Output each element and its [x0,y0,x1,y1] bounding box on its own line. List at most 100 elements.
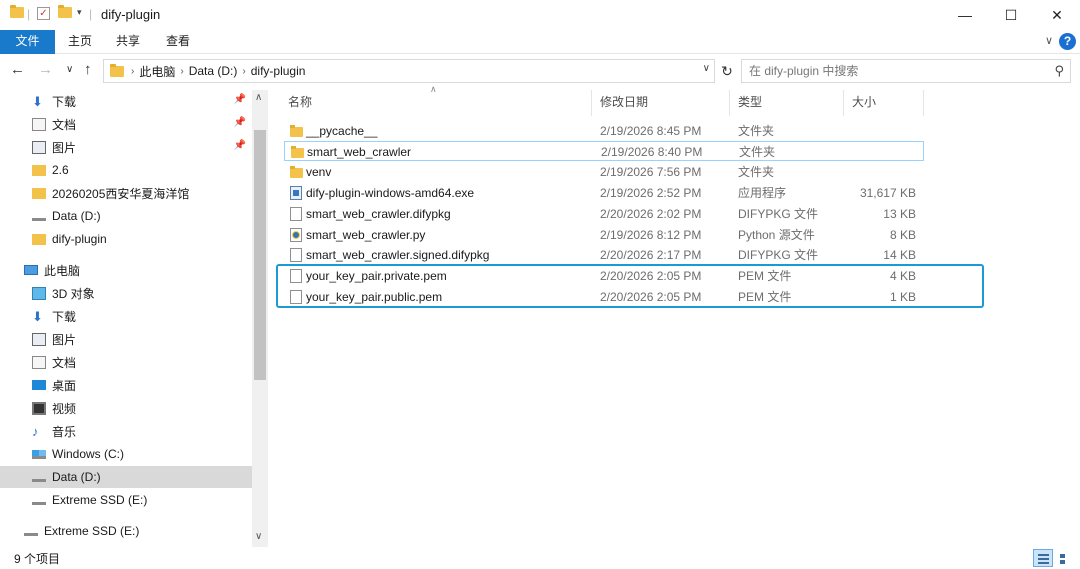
pin-icon[interactable]: 📌 [234,117,246,128]
address-bar[interactable]: › 此电脑 › Data (D:) › dify-plugin ∨ [103,59,715,83]
file-date: 2/19/2026 8:12 PM [600,228,702,242]
forward-arrow-icon[interactable]: → [38,61,53,78]
sidebar-item-desktop[interactable]: 桌面 [0,374,252,396]
up-arrow-icon[interactable]: ↑ [84,61,92,78]
file-size: 14 KB [883,248,916,262]
tab-file[interactable]: 文件 [0,30,55,54]
sidebar-item-label: 文档 [52,355,77,370]
sidebar-item-extreme-ssd-root[interactable]: Extreme SSD (E:) [0,520,252,542]
file-type: Python 源文件 [738,228,815,242]
separator: | [89,7,93,21]
tab-share[interactable]: 共享 [108,30,148,54]
refresh-icon[interactable]: ↻ [717,59,737,83]
maximize-button[interactable]: ☐ [988,0,1034,30]
scroll-down-icon[interactable]: ∨ [255,531,262,542]
chevron-down-icon[interactable]: ∨ [1045,34,1053,47]
sidebar-scrollbar[interactable]: ∧ ∨ [252,90,268,547]
navigation-bar: ← → ∨ ↑ › 此电脑 › Data (D:) › dify-plugin … [0,55,1080,87]
status-bar: 9 个项目 [0,547,1080,569]
recent-locations-chevron-icon[interactable]: ∨ [66,64,73,75]
close-button[interactable]: ✕ [1034,0,1080,30]
tab-home[interactable]: 主页 [60,30,100,54]
folder-icon [290,166,303,178]
table-row[interactable]: smart_web_crawler 2/19/2026 8:40 PM 文件夹 [284,141,924,161]
file-type: 文件夹 [738,124,775,138]
sidebar-item-dify-plugin[interactable]: dify-plugin [0,228,252,250]
sidebar-item-data-drive-quick[interactable]: Data (D:) [0,205,252,227]
pin-icon[interactable]: 📌 [234,140,246,151]
sidebar-item-pictures-pinned[interactable]: 图片 📌 [0,136,252,158]
sidebar-item-label: Extreme SSD (E:) [52,493,148,507]
3d-objects-icon [32,286,46,300]
breadcrumb-data-drive[interactable]: Data (D:) [189,64,238,78]
scrollbar-thumb[interactable] [254,130,266,380]
search-icon[interactable]: ⚲ [1054,60,1064,82]
sidebar-item-videos[interactable]: 视频 [0,397,252,419]
sidebar-item-label: Data (D:) [52,209,101,223]
breadcrumb-this-pc[interactable]: 此电脑 [139,63,175,80]
sidebar-item-downloads[interactable]: ⬇ 下载 [0,305,252,327]
sidebar-item-data-drive[interactable]: Data (D:) [0,466,252,488]
file-type: DIFYPKG 文件 [738,207,819,221]
chevron-right-icon[interactable]: › [180,66,183,77]
separator: | [27,7,31,21]
table-row[interactable]: smart_web_crawler.difypkg 2/20/2026 2:02… [284,204,924,224]
table-row[interactable]: dify-plugin-windows-amd64.exe 2/19/2026 … [284,183,924,203]
pin-icon[interactable]: 📌 [234,94,246,105]
table-row[interactable]: smart_web_crawler.signed.difypkg 2/20/20… [284,245,924,265]
table-row[interactable]: smart_web_crawler.py 2/19/2026 8:12 PM P… [284,225,924,245]
search-input[interactable]: 在 dify-plugin 中搜索 ⚲ [741,59,1071,83]
download-icon: ⬇ [32,93,43,109]
sidebar-item-label: 桌面 [52,378,77,393]
file-list: ∧ 名称 修改日期 类型 大小 __pycache__ 2/19/2026 8:… [270,84,1080,547]
quick-access-dropdown-icon[interactable]: ▾ [77,7,82,18]
computer-icon [24,265,38,275]
sidebar-item-extreme-ssd[interactable]: Extreme SSD (E:) [0,489,252,511]
music-icon: ♪ [32,423,39,439]
sidebar-item-this-pc[interactable]: 此电脑 [0,259,252,281]
sidebar-item-documents-pinned[interactable]: 文档 📌 [0,113,252,135]
sidebar-item-3d-objects[interactable]: 3D 对象 [0,282,252,304]
sidebar-item-folder-2-6[interactable]: 2.6 [0,159,252,181]
file-name: __pycache__ [306,124,378,138]
file-date: 2/20/2026 2:17 PM [600,248,702,262]
sidebar-item-pictures[interactable]: 图片 [0,328,252,350]
column-header-size[interactable]: 大小 [844,90,924,116]
column-header-type[interactable]: 类型 [730,90,844,116]
large-icons-view-icon[interactable] [1055,549,1075,567]
python-file-icon [290,228,302,242]
sidebar-item-documents[interactable]: 文档 [0,351,252,373]
breadcrumb-dify-plugin[interactable]: dify-plugin [251,64,306,78]
scroll-up-icon[interactable]: ∧ [255,92,262,103]
new-folder-icon[interactable] [58,5,72,18]
properties-icon[interactable]: ✓ [37,7,50,20]
back-arrow-icon[interactable]: ← [10,61,25,78]
minimize-button[interactable]: — [942,0,988,30]
file-name: smart_web_crawler.py [306,228,426,242]
address-dropdown-icon[interactable]: ∨ [703,63,710,74]
sidebar-item-folder-aquarium[interactable]: 20260205西安华夏海洋馆 [0,182,252,204]
file-icon [290,207,302,221]
details-view-icon[interactable] [1033,549,1053,567]
sidebar-item-label: 视频 [52,401,77,416]
chevron-right-icon[interactable]: › [242,66,245,77]
folder-icon [32,187,46,199]
folder-icon [32,164,46,176]
file-size [844,162,916,182]
file-type: 文件夹 [739,145,776,159]
tab-view[interactable]: 查看 [158,30,198,54]
sidebar-item-downloads-pinned[interactable]: ⬇ 下载 📌 [0,90,252,112]
sidebar-item-label: 此电脑 [44,263,81,278]
help-icon[interactable]: ? [1059,33,1076,50]
table-row[interactable]: venv 2/19/2026 7:56 PM 文件夹 [284,162,924,182]
document-icon [32,117,46,131]
sidebar-item-music[interactable]: ♪ 音乐 [0,420,252,442]
item-count: 9 个项目 [14,552,61,566]
navigation-pane: ⬇ 下载 📌 文档 📌 图片 📌 2.6 20260205西安华夏海洋馆 Dat… [0,90,268,547]
column-header-name[interactable]: 名称 [280,90,592,116]
chevron-right-icon[interactable]: › [131,66,134,77]
sidebar-item-label: 图片 [52,140,77,155]
table-row[interactable]: __pycache__ 2/19/2026 8:45 PM 文件夹 [284,121,924,141]
column-header-date[interactable]: 修改日期 [592,90,730,116]
sidebar-item-windows-drive[interactable]: Windows (C:) [0,443,252,465]
